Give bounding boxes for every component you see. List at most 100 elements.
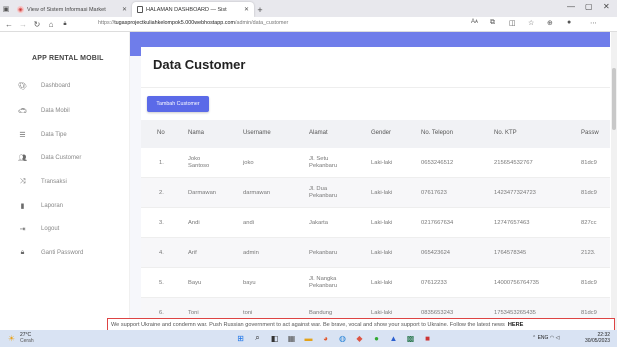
cell-gender: Laki-laki: [371, 280, 393, 286]
tab-title: HALAMAN DASHBOARD — Sist: [146, 6, 227, 13]
weather-widget[interactable]: 27°C Cerah: [20, 332, 34, 344]
cell-alamat: Bandung: [309, 310, 332, 317]
home-icon[interactable]: ⌂: [44, 20, 58, 29]
cell-username: darmawan: [243, 190, 271, 196]
cell-line: Andi: [188, 220, 200, 226]
taskbar: ☀ 27°C Cerah ⊞ ⌕ ◧ ▦ ▬ ◕ ◍ ◆ ● ▲ ▩ ■ ⌃ EN…: [0, 330, 617, 347]
cell-line: Santoso: [188, 163, 210, 169]
maximize-icon[interactable]: ▢: [585, 2, 593, 11]
column-header: No. Telepon: [421, 130, 453, 136]
cell-gender: Laki-laki: [371, 160, 393, 166]
tab-actions-icon[interactable]: ▣: [0, 0, 12, 17]
sidebar-item-data-tipe[interactable]: ☰ Data Tipe: [18, 129, 66, 141]
column-header: Alamat: [309, 130, 328, 136]
scrollbar-thumb[interactable]: [612, 68, 616, 130]
sidebar-item-laporan[interactable]: ▮ Laporan: [18, 200, 63, 212]
banner-link[interactable]: HERE: [508, 322, 524, 328]
sidebar-item-label: Ganti Password: [41, 250, 84, 256]
profile-icon[interactable]: ●: [567, 19, 571, 26]
table-row: 1. Joko Santoso joko Jl. Setu Pekanbaru Laki-l…: [141, 148, 610, 178]
more-menu-icon[interactable]: ⋯: [590, 19, 597, 27]
cell-gender: Laki-laki: [371, 310, 393, 316]
cell-alamat: Jl. Nangka Pekanbaru: [309, 276, 337, 290]
cell-telepon: 07617623: [421, 190, 447, 196]
users-icon: 👥︎: [18, 155, 27, 162]
system-tray[interactable]: ⌃ ENG ◠ ◁: [532, 335, 559, 341]
app-icon[interactable]: ▲: [388, 332, 399, 344]
cell-line: Bandung: [309, 310, 333, 316]
sidebar-item-label: Data Mobil: [41, 108, 70, 114]
close-window-icon[interactable]: ✕: [603, 2, 610, 11]
url-field[interactable]: https://tugasprojectkuliahkelompok5.000w…: [98, 20, 288, 26]
close-tab-icon[interactable]: ✕: [244, 6, 249, 13]
forward-icon[interactable]: →: [16, 20, 30, 29]
cell-no: 5.: [159, 280, 164, 286]
back-icon[interactable]: ←: [2, 20, 16, 29]
column-header: Gender: [371, 130, 392, 136]
split-screen-icon[interactable]: ◫: [509, 19, 516, 27]
cell-username: andi: [243, 220, 254, 226]
app-icon[interactable]: ●: [371, 332, 382, 344]
edge-icon[interactable]: ◍: [337, 332, 348, 344]
cell-no: 2.: [159, 190, 164, 196]
app-icon[interactable]: ◆: [354, 332, 365, 344]
weather-icon[interactable]: ☀: [6, 332, 17, 344]
sidebar-item-label: Logout: [41, 226, 60, 232]
minimize-icon[interactable]: —: [567, 2, 575, 11]
chevron-up-icon[interactable]: ⌃: [532, 335, 536, 341]
browser-tab-1[interactable]: ◉ View of Sistem Informasi Market ✕: [12, 2, 132, 17]
table-row: 3. Andi andi Jakarta Laki-laki 0217667634 1274…: [141, 208, 610, 238]
app-icon[interactable]: ■: [422, 332, 433, 344]
search-icon[interactable]: ⌕: [252, 332, 263, 344]
sidebar-item-transaksi[interactable]: ⤨ Transaksi: [18, 176, 67, 188]
cell-nama: Toni: [188, 310, 199, 317]
file-explorer-icon[interactable]: ▬: [303, 332, 314, 344]
list-icon: ☰: [19, 132, 26, 139]
divider: [141, 87, 610, 88]
cell-line: Jl. Nangka: [309, 276, 337, 282]
cell-alamat: Pekanbaru: [309, 250, 337, 257]
wifi-icon[interactable]: ◠: [550, 335, 554, 341]
sidebar-item-data-mobil[interactable]: 🚗︎ Data Mobil: [18, 105, 70, 117]
sidebar-item-data-customer[interactable]: 👥︎ Data Customer: [18, 152, 81, 164]
cell-alamat: Jakarta: [309, 220, 328, 227]
lock-icon: 🔒︎: [20, 249, 25, 256]
excel-icon[interactable]: ▩: [405, 332, 416, 344]
cell-username: admin: [243, 250, 259, 256]
cell-no: 1.: [159, 160, 164, 166]
sign-out-icon: ⇥: [19, 226, 26, 233]
extensions-icon[interactable]: ⧉: [490, 19, 495, 27]
refresh-icon[interactable]: ↻: [30, 20, 44, 29]
cell-no: 4.: [159, 250, 164, 256]
chrome-icon[interactable]: ◕: [320, 332, 331, 344]
close-tab-icon[interactable]: ✕: [122, 6, 127, 13]
widgets-icon[interactable]: ▦: [286, 332, 297, 344]
cell-nama: Bayu: [188, 280, 201, 287]
collections-icon[interactable]: ⊕: [547, 19, 553, 27]
sidebar-item-label: Transaksi: [41, 179, 67, 185]
cell-nama: Joko Santoso: [188, 156, 209, 170]
sidebar-item-ganti-password[interactable]: 🔒︎ Ganti Password: [18, 247, 84, 259]
cell-line: Pekanbaru: [309, 163, 338, 169]
add-customer-button[interactable]: Tambah Customer: [147, 96, 209, 112]
start-icon[interactable]: ⊞: [235, 332, 246, 344]
volume-icon[interactable]: ◁: [556, 335, 560, 341]
cell-line: Pekanbaru: [309, 283, 338, 289]
sidebar-item-dashboard[interactable]: 🎨︎ Dashboard: [18, 80, 70, 92]
task-view-icon[interactable]: ◧: [269, 332, 280, 344]
favorites-icon[interactable]: ☆: [528, 19, 534, 27]
language-indicator[interactable]: ENG: [538, 335, 549, 341]
read-aloud-icon[interactable]: Aᴀ: [471, 19, 478, 25]
clock[interactable]: 22:32 30/05/2023: [585, 332, 610, 344]
browser-tab-2[interactable]: HALAMAN DASHBOARD — Sist ✕: [132, 2, 254, 17]
cell-ktp: 1753453265435: [494, 310, 536, 316]
cell-no: 6.: [159, 310, 164, 316]
document-icon: ▮: [20, 203, 25, 210]
main-content: Data Customer Tambah Customer No Nama Us…: [130, 32, 610, 330]
tab-title: View of Sistem Informasi Market: [27, 6, 106, 13]
cell-gender: Laki-laki: [371, 220, 393, 226]
sidebar-item-logout[interactable]: ⇥ Logout: [18, 223, 60, 235]
brand-title: APP RENTAL MOBIL: [32, 55, 104, 62]
sidebar-item-label: Data Customer: [41, 155, 82, 161]
new-tab-button[interactable]: +: [254, 2, 266, 17]
